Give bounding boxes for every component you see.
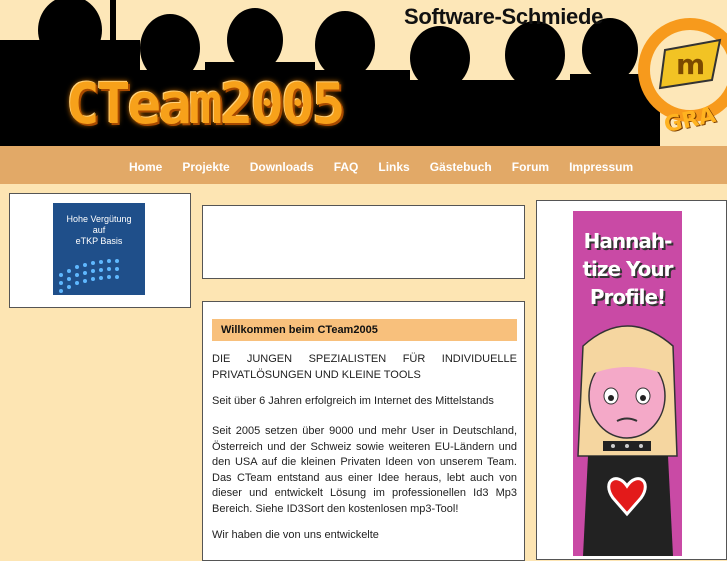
welcome-heading-bar: Willkommen beim CTeam2005 [212, 319, 517, 341]
ad-placeholder-box [202, 205, 525, 279]
intro-paragraph: DIE JUNGEN SPEZIALISTEN FÜR INDIVIDUELLE… [212, 353, 517, 381]
history-paragraph: Seit 2005 setzen über 9000 und mehr User… [212, 425, 517, 515]
ad-line-2: auf [92, 225, 106, 235]
left-ad-box: Hohe Vergütung auf eTKP Basis [9, 193, 191, 308]
etkp-ad-banner[interactable]: Hohe Vergütung auf eTKP Basis [53, 203, 145, 295]
site-header: m Software-Schmiede CTeam2005 GRA [0, 0, 727, 146]
cartoon-girl-icon [577, 325, 678, 556]
nav-forum[interactable]: Forum [512, 160, 549, 174]
nav-links[interactable]: Links [378, 160, 409, 174]
experience-paragraph: Seit über 6 Jahren erfolgreich im Intern… [212, 395, 494, 407]
developed-paragraph: Wir haben die von uns entwickelte [212, 529, 379, 541]
nav-projekte[interactable]: Projekte [182, 160, 229, 174]
main-nav: Home Projekte Downloads FAQ Links Gästeb… [0, 146, 727, 184]
svg-text:m: m [676, 48, 705, 81]
hannah-ad-line-1: Hannah- [583, 229, 673, 253]
hannah-ad-banner[interactable]: Hannah- tize Your Profile! [573, 211, 682, 556]
hannah-ad-line-3: Profile! [589, 285, 666, 309]
nav-impressum[interactable]: Impressum [569, 160, 633, 174]
welcome-heading: Willkommen beim CTeam2005 [221, 324, 378, 336]
hannah-ad-line-2: tize Your [582, 257, 673, 281]
nav-gaestebuch[interactable]: Gästebuch [430, 160, 492, 174]
welcome-content-box: Willkommen beim CTeam2005 DIE JUNGEN SPE… [202, 301, 525, 561]
right-ad-box: Hannah- tize Your Profile! [536, 200, 727, 560]
nav-downloads[interactable]: Downloads [250, 160, 314, 174]
site-logo[interactable]: CTeam2005 [66, 72, 345, 137]
nav-home[interactable]: Home [129, 160, 162, 174]
ad-line-1: Hohe Vergütung [66, 214, 132, 224]
nav-faq[interactable]: FAQ [334, 160, 359, 174]
dots-pattern-icon [59, 259, 119, 293]
tagline: Software-Schmiede [404, 4, 604, 29]
